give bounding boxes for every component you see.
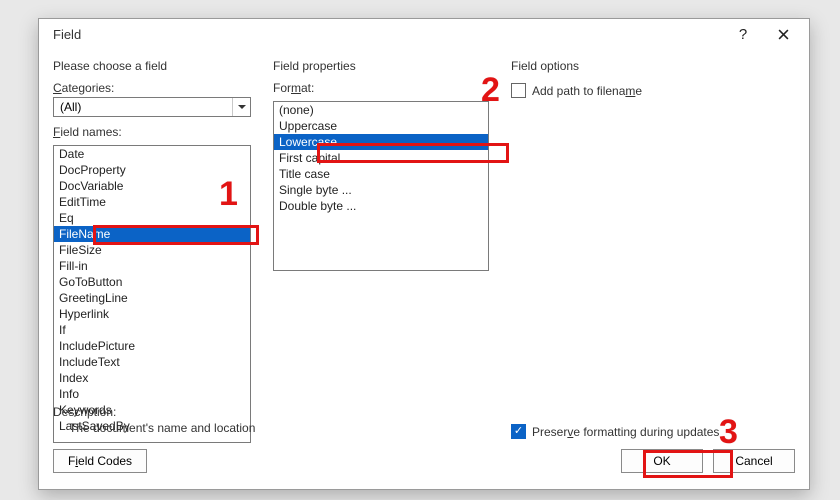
close-icon	[778, 29, 789, 40]
field-name-item[interactable]: GoToButton	[54, 274, 250, 290]
categories-combo[interactable]: (All)	[53, 97, 251, 117]
field-name-item[interactable]: Date	[54, 146, 250, 162]
field-name-item[interactable]: Hyperlink	[54, 306, 250, 322]
field-name-item[interactable]: GreetingLine	[54, 290, 250, 306]
field-names-label: Field names:	[53, 125, 251, 139]
add-path-label: Add path to filename	[532, 84, 642, 98]
field-name-item[interactable]: IncludeText	[54, 354, 250, 370]
field-name-item[interactable]: If	[54, 322, 250, 338]
field-name-item[interactable]: FileName	[54, 226, 250, 242]
format-item[interactable]: Title case	[274, 166, 488, 182]
preserve-checkbox[interactable]	[511, 424, 526, 439]
field-properties-section: Field properties Format: (none)Uppercase…	[273, 59, 489, 443]
field-codes-button[interactable]: Field Codes	[53, 449, 147, 473]
field-dialog: Field ? Please choose a field Categories…	[38, 18, 810, 490]
field-properties-heading: Field properties	[273, 59, 489, 73]
field-name-item[interactable]: FileSize	[54, 242, 250, 258]
dialog-buttons: Field Codes OK Cancel	[53, 449, 795, 473]
categories-label: Categories:	[53, 81, 251, 95]
field-name-item[interactable]: DocVariable	[54, 178, 250, 194]
field-name-item[interactable]: Index	[54, 370, 250, 386]
field-name-item[interactable]: Eq	[54, 210, 250, 226]
format-item[interactable]: Lowercase	[274, 134, 488, 150]
field-name-item[interactable]: Info	[54, 386, 250, 402]
dialog-title: Field	[53, 27, 81, 42]
ok-button[interactable]: OK	[621, 449, 703, 473]
cancel-button[interactable]: Cancel	[713, 449, 795, 473]
description-text: The document's name and location	[53, 421, 255, 435]
field-options-heading: Field options	[511, 59, 795, 73]
add-path-row[interactable]: Add path to filename	[511, 83, 795, 98]
format-listbox[interactable]: (none)UppercaseLowercaseFirst capitalTit…	[273, 101, 489, 271]
field-name-item[interactable]: Fill-in	[54, 258, 250, 274]
categories-value: (All)	[60, 100, 81, 114]
format-item[interactable]: Double byte ...	[274, 198, 488, 214]
format-item[interactable]: First capital	[274, 150, 488, 166]
close-button[interactable]	[763, 21, 803, 47]
chevron-down-icon	[232, 98, 250, 116]
field-names-listbox[interactable]: DateDocPropertyDocVariableEditTimeEqFile…	[53, 145, 251, 443]
preserve-row[interactable]: Preserve formatting during updates	[511, 424, 795, 439]
description-label: Description:	[53, 405, 255, 419]
choose-field-section: Please choose a field Categories: (All) …	[53, 59, 251, 443]
titlebar: Field ?	[39, 19, 809, 49]
preserve-label: Preserve formatting during updates	[532, 425, 719, 439]
format-label: Format:	[273, 81, 489, 95]
field-name-item[interactable]: DocProperty	[54, 162, 250, 178]
field-options-section: Field options Add path to filename Prese…	[511, 59, 795, 443]
choose-field-heading: Please choose a field	[53, 59, 251, 73]
add-path-checkbox[interactable]	[511, 83, 526, 98]
help-button[interactable]: ?	[723, 21, 763, 47]
format-item[interactable]: (none)	[274, 102, 488, 118]
field-name-item[interactable]: IncludePicture	[54, 338, 250, 354]
format-item[interactable]: Uppercase	[274, 118, 488, 134]
field-name-item[interactable]: EditTime	[54, 194, 250, 210]
description-section: Description: The document's name and loc…	[53, 405, 255, 435]
format-item[interactable]: Single byte ...	[274, 182, 488, 198]
